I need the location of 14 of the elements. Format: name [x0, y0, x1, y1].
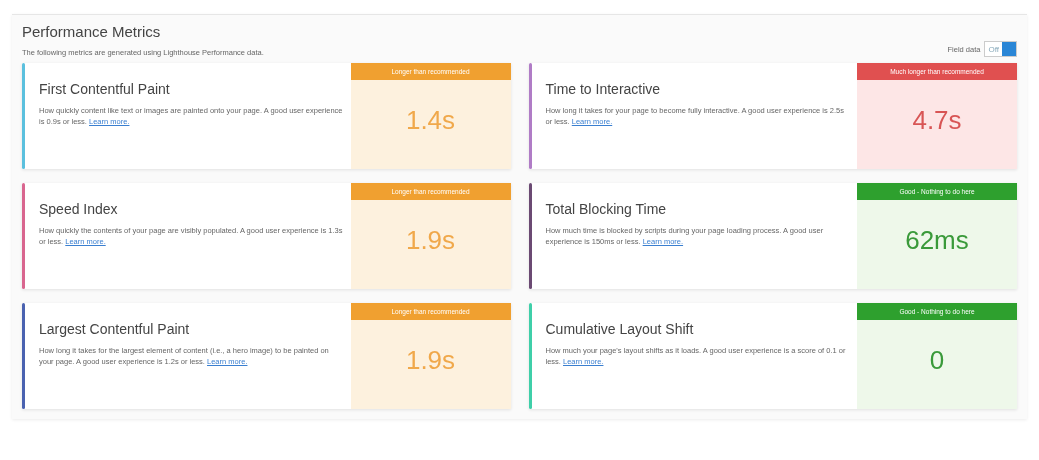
toggle-switch[interactable]: Off [984, 41, 1017, 57]
metric-value: 0 [928, 344, 946, 377]
metric-value: 62ms [904, 224, 970, 257]
metric-name: First Contentful Paint [39, 81, 171, 97]
metric-name: Largest Contentful Paint [39, 321, 191, 337]
metric-name: Speed Index [39, 201, 119, 217]
metric-value: 1.4s [404, 104, 457, 137]
metric-value: 4.7s [911, 104, 963, 137]
metric-name: Time to Interactive [545, 81, 662, 97]
metric-value: 1.9s [404, 224, 457, 257]
metric-value: 1.9s [404, 344, 457, 377]
metric-name: Total Blocking Time [545, 201, 668, 217]
metric-name: Cumulative Layout Shift [545, 321, 695, 337]
panel-title: Performance Metrics [22, 23, 162, 40]
